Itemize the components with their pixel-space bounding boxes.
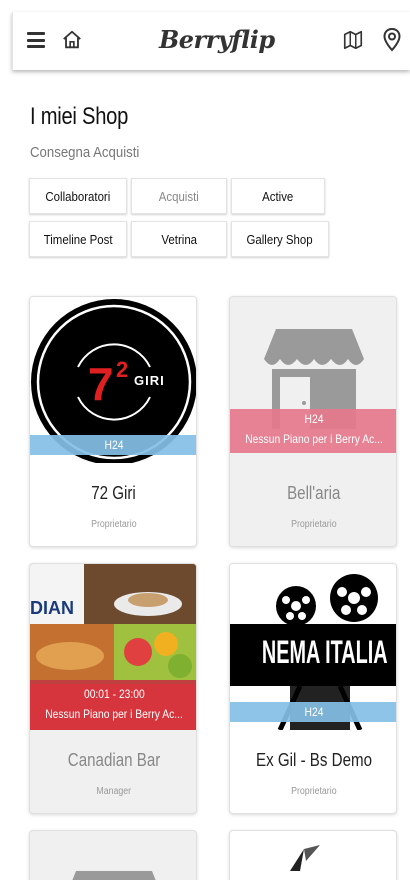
top-app-bar: Berryflip: [12, 12, 410, 70]
shop-role: Proprietario: [91, 519, 137, 530]
location-pin-icon[interactable]: [382, 27, 402, 53]
hours-badge: H24: [30, 435, 196, 455]
page-title: I miei Shop: [30, 103, 129, 130]
logo-number: 7: [88, 358, 114, 410]
shop-name: Bell'aria: [287, 483, 341, 503]
logo-superscript: 2: [116, 357, 129, 382]
logo-text: GIRI: [134, 373, 165, 388]
shop-role: Proprietario: [291, 786, 337, 797]
hours-badge: H24: [230, 702, 396, 722]
plan-badge: Nessun Piano per i Berry Ac...: [230, 429, 396, 453]
home-icon[interactable]: [61, 29, 83, 51]
plan-badge: Nessun Piano per i Berry Ac...: [30, 704, 196, 730]
tab-active[interactable]: Active: [231, 178, 325, 214]
shop-card-partial[interactable]: [29, 830, 197, 880]
logo-text: DIAN: [30, 598, 74, 618]
tab-collaboratori[interactable]: Collaboratori: [29, 178, 127, 214]
shop-name: Ex Gil - Bs Demo: [256, 750, 372, 770]
hours-badge: H24: [230, 409, 396, 429]
brand-logo[interactable]: Berryflip: [159, 24, 275, 56]
tab-gallery-shop[interactable]: Gallery Shop: [231, 221, 329, 257]
page-subtitle: Consegna Acquisti: [30, 144, 140, 161]
shop-card-partial[interactable]: [229, 830, 397, 880]
tab-acquisti[interactable]: Acquisti: [131, 178, 227, 214]
menu-icon[interactable]: [27, 32, 45, 48]
storefront-icon: [72, 871, 156, 880]
shop-card-canadian-bar[interactable]: DIAN 00:01 - 23:00 Nessun Piano per i Be…: [29, 563, 197, 814]
map-icon[interactable]: [342, 29, 364, 51]
shop-role: Proprietario: [291, 519, 337, 530]
shop-name: Canadian Bar: [67, 750, 161, 770]
shop-name: 72 Giri: [91, 483, 137, 503]
shop-card-ex-gil[interactable]: NEMA ITALIA H24 Ex Gil - Bs Demo Proprie…: [229, 563, 397, 814]
shop-role: Manager: [96, 786, 132, 797]
tab-vetrina[interactable]: Vetrina: [131, 221, 227, 257]
logo-text: NEMA ITALIA: [261, 634, 388, 670]
shop-image: [290, 845, 320, 871]
tab-timeline-post[interactable]: Timeline Post: [29, 221, 127, 257]
shop-card-bellaria[interactable]: H24 Nessun Piano per i Berry Ac... Bell'…: [229, 296, 397, 547]
shop-card-72-giri[interactable]: 7 2 GIRI H24 72 Giri Proprietario: [29, 296, 197, 547]
hours-badge: 00:01 - 23:00: [30, 684, 196, 704]
